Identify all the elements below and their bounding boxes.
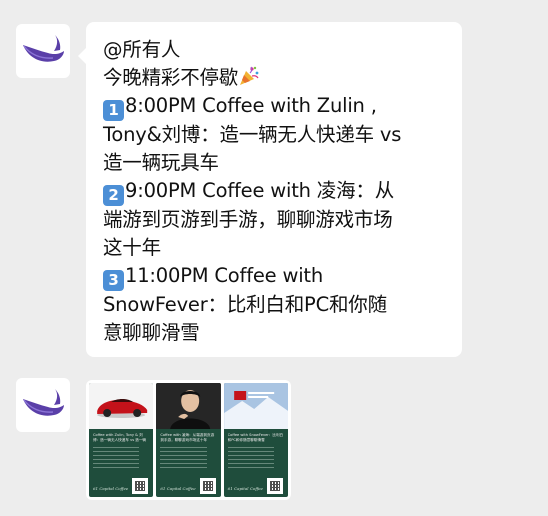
poster-image[interactable]: Coffee with Zulin, Tony & 刘博：造一辆无人快递车 vs… [89, 383, 154, 497]
message-line: 2 9:00PM Coffee with 凌海：从 [103, 177, 448, 206]
message-line: 造一辆玩具车 [103, 151, 219, 174]
text-message-bubble[interactable]: @所有人 今晚精彩不停歇 1 8:00PM Coffee with Zulin ,… [78, 22, 462, 357]
whale-logo-icon [23, 389, 64, 416]
party-popper-icon [240, 66, 259, 85]
keycap-1-icon: 1 [103, 100, 124, 121]
poster-footer: 61 Capital Coffee [160, 486, 196, 491]
sender-avatar[interactable] [16, 378, 70, 432]
image-message[interactable]: Coffee with Zulin, Tony & 刘博：造一辆无人快递车 vs… [86, 380, 291, 500]
whale-logo-icon [23, 35, 64, 62]
portrait-image [156, 383, 221, 429]
keycap-2-icon: 2 [103, 185, 124, 206]
snow-fever-image [223, 383, 288, 429]
message-line: 意聊聊滑雪 [103, 321, 200, 344]
message-line: 1 8:00PM Coffee with Zulin , [103, 92, 448, 121]
qr-code-icon [199, 478, 216, 494]
message-line: 3 11:00PM Coffee with [103, 262, 448, 291]
message-line: 端游到页游到手游，聊聊游戏市场 [103, 208, 393, 231]
message-line: SnowFever：比利白和PC和你随 [103, 293, 387, 316]
keycap-3-icon: 3 [103, 270, 124, 291]
poster-image[interactable]: Coffee with 凌海：从端游到页游到手游，聊聊游戏市场这十年 61 Ca… [156, 383, 221, 497]
qr-code-icon [266, 478, 283, 494]
message-line: 这十年 [103, 236, 161, 259]
poster-footer: 61 Capital Coffee [227, 486, 263, 491]
poster-footer: 61 Capital Coffee [93, 486, 129, 491]
red-car-image [89, 383, 154, 429]
sender-avatar[interactable] [16, 24, 70, 78]
message-line: @所有人 [103, 38, 181, 61]
poster-image[interactable]: Coffee with SnowFever：比利白和PC和你随意聊聊滑雪 61 … [223, 383, 288, 497]
message-line: Tony&刘博：造一辆无人快递车 vs [103, 123, 402, 146]
qr-code-icon [132, 478, 149, 494]
message-line: 今晚精彩不停歇 [103, 64, 448, 92]
